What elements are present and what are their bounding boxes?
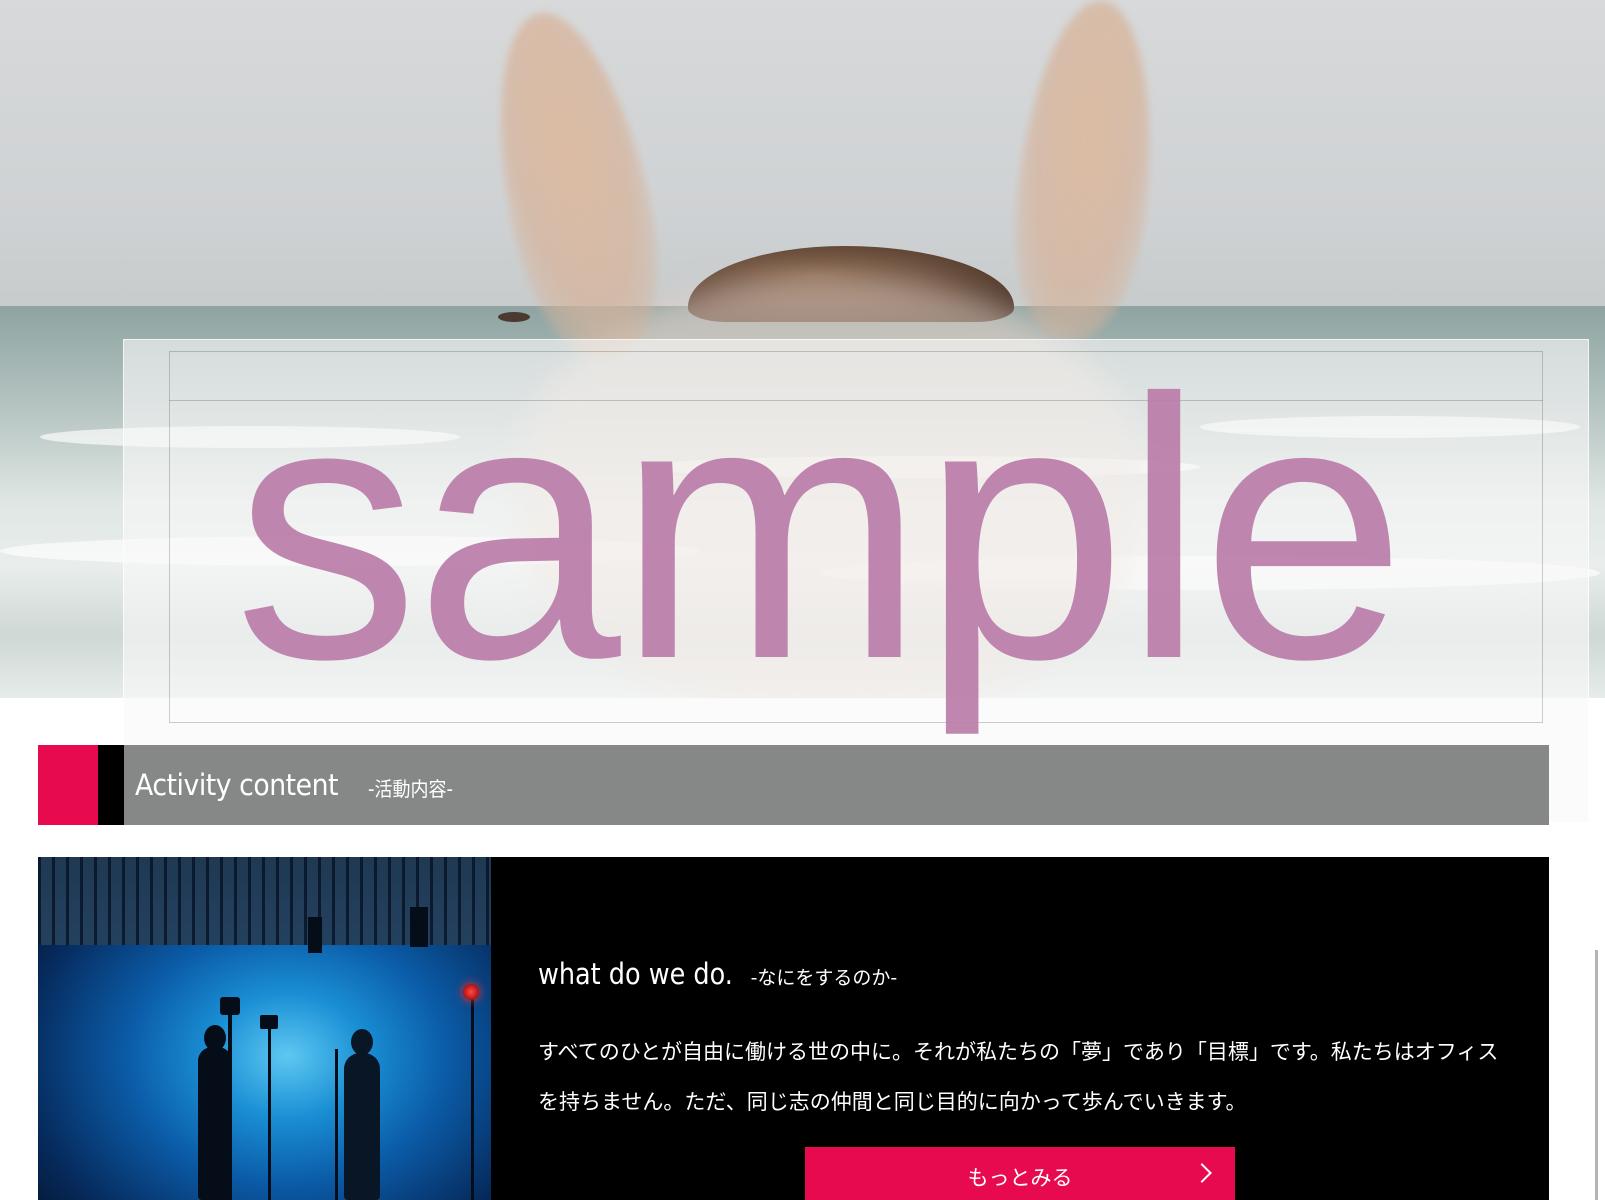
small-rock: [498, 312, 530, 322]
person-head: [351, 1029, 373, 1055]
rabbit-ear-right: [1002, 0, 1168, 346]
heading-accent-block: [38, 745, 98, 825]
heading-black-block: [98, 745, 124, 825]
activity-card: what do we do. -なにをするのか- すべてのひとが自由に働ける世の…: [38, 857, 1549, 1200]
card-heading: what do we do. -なにをするのか-: [538, 957, 897, 991]
mic-stand: [335, 1049, 338, 1200]
more-button[interactable]: もっとみる: [805, 1147, 1235, 1200]
card-description: すべてのひとが自由に働ける世の中に。それが私たちの「夢」であり「目標」です。私た…: [538, 1040, 1499, 1114]
person-head: [204, 1025, 226, 1051]
hanging-light: [410, 907, 428, 947]
light-stand: [471, 997, 474, 1200]
card-heading-jp: -なにをするのか-: [750, 967, 898, 989]
overlay-divider: [169, 400, 1543, 401]
card-heading-en: what do we do.: [538, 957, 733, 991]
overlay-inner-frame: [169, 351, 1543, 723]
light-stand: [268, 1022, 271, 1200]
person-silhouette: [344, 1053, 380, 1200]
section-heading-bar: Activity content -活動内容-: [38, 745, 1549, 825]
hanging-light: [308, 917, 322, 953]
chevron-right-icon: [1192, 1163, 1212, 1183]
more-button-label: もっとみる: [967, 1166, 1073, 1190]
studio-light: [260, 1015, 278, 1029]
person-silhouette: [198, 1047, 232, 1200]
red-studio-lamp: [463, 984, 479, 1000]
scrollbar[interactable]: [1595, 950, 1598, 1200]
section-title: Activity content: [135, 768, 339, 802]
section-subtitle: -活動内容-: [367, 776, 453, 801]
studio-photo: [38, 857, 491, 1200]
studio-light: [220, 997, 240, 1015]
